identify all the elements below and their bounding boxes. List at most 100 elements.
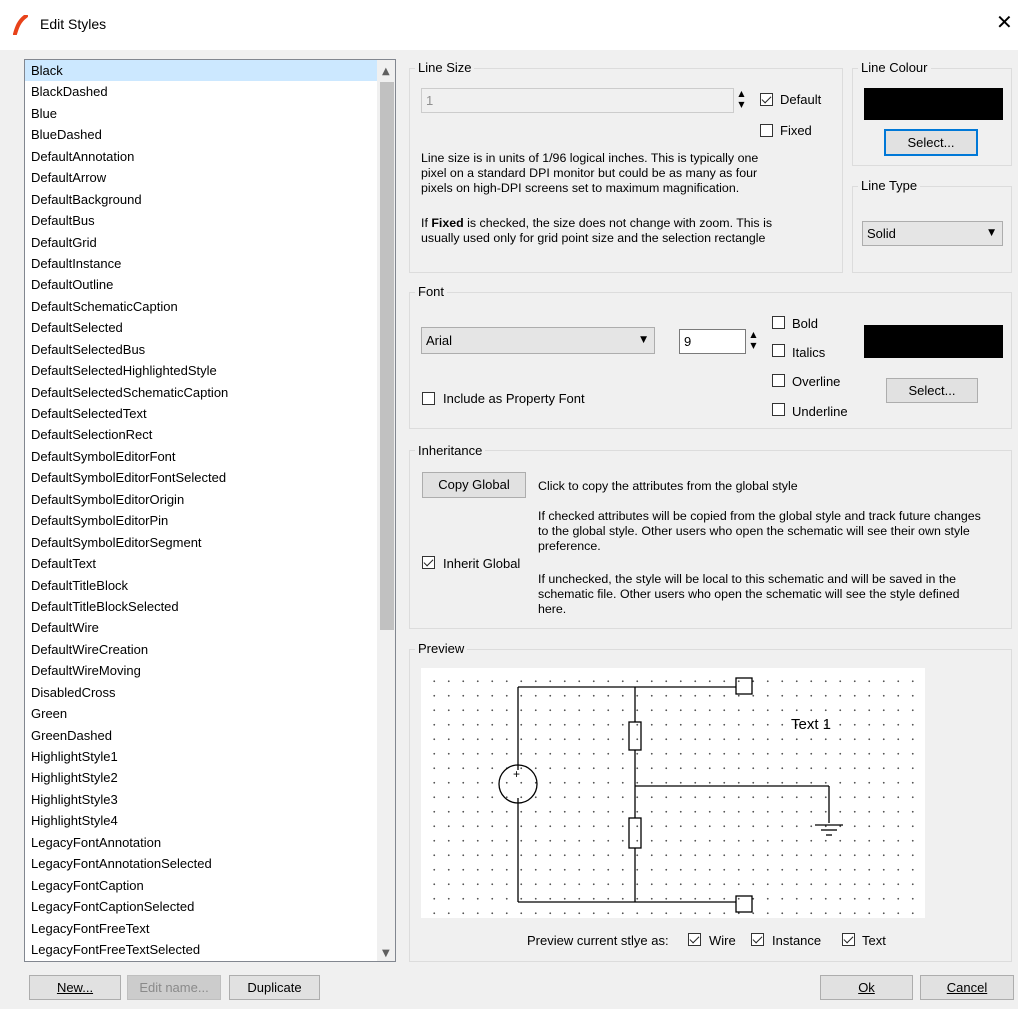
- list-item[interactable]: DefaultOutline: [25, 274, 379, 295]
- list-item[interactable]: HighlightStyle2: [25, 767, 379, 788]
- app-logo-icon: [13, 15, 28, 35]
- underline-label: Underline: [792, 404, 848, 419]
- list-item[interactable]: DefaultArrow: [25, 167, 379, 188]
- list-item[interactable]: DisabledCross: [25, 682, 379, 703]
- font-group: [409, 292, 1012, 429]
- font-family-select[interactable]: Arial ▼: [421, 327, 655, 354]
- list-item[interactable]: DefaultBackground: [25, 189, 379, 210]
- underline-checkbox[interactable]: [772, 403, 785, 416]
- list-item[interactable]: LegacyFontCaptionSelected: [25, 896, 379, 917]
- default-checkbox[interactable]: [760, 93, 773, 106]
- preview-wire-label: Wire: [709, 933, 736, 948]
- new-button[interactable]: New...: [29, 975, 121, 1000]
- list-item[interactable]: BlackDashed: [25, 81, 379, 102]
- line-colour-select-button[interactable]: Select...: [884, 129, 978, 156]
- list-item[interactable]: LegacyFontAnnotationSelected: [25, 853, 379, 874]
- scroll-down-icon[interactable]: ▼: [382, 948, 390, 959]
- bold-checkbox[interactable]: [772, 316, 785, 329]
- preview-label: Preview: [415, 641, 468, 656]
- copy-global-button[interactable]: Copy Global: [422, 472, 526, 498]
- fixed-checkbox[interactable]: [760, 124, 773, 137]
- spin-up-icon[interactable]: ▲: [735, 89, 748, 98]
- list-item[interactable]: LegacyFontFreeText: [25, 918, 379, 939]
- list-item[interactable]: DefaultSymbolEditorFont: [25, 446, 379, 467]
- close-icon[interactable]: ✕: [996, 12, 1013, 32]
- line-type-value: Solid: [867, 226, 896, 241]
- line-colour-swatch: [864, 88, 1003, 120]
- schematic-preview: + Text 1: [498, 677, 843, 913]
- list-item[interactable]: DefaultWireMoving: [25, 660, 379, 681]
- inherit-global-checkbox[interactable]: [422, 556, 435, 569]
- list-item[interactable]: HighlightStyle4: [25, 810, 379, 831]
- list-item[interactable]: HighlightStyle1: [25, 746, 379, 767]
- list-item[interactable]: DefaultSelectedHighlightedStyle: [25, 360, 379, 381]
- preview-canvas: + Text 1: [421, 668, 925, 918]
- new-button-label: New...: [56, 980, 94, 995]
- list-item[interactable]: DefaultAnnotation: [25, 146, 379, 167]
- preview-text-label: Text: [862, 933, 886, 948]
- list-item[interactable]: DefaultSelected: [25, 317, 379, 338]
- italics-checkbox[interactable]: [772, 344, 785, 357]
- line-colour-select-label: Select...: [907, 135, 955, 150]
- duplicate-button[interactable]: Duplicate: [229, 975, 320, 1000]
- scrollbar-thumb[interactable]: [380, 82, 394, 630]
- inherit-checked-desc: If checked attributes will be copied fro…: [538, 509, 981, 553]
- list-item[interactable]: DefaultSelectedSchematicCaption: [25, 382, 379, 403]
- styles-list[interactable]: Black BlackDashed Blue BlueDashed DefaultAnn…: [24, 59, 396, 962]
- include-property-font-checkbox[interactable]: [422, 392, 435, 405]
- fixed-label: Fixed: [780, 123, 812, 138]
- list-item[interactable]: DefaultTitleBlockSelected: [25, 596, 379, 617]
- ok-button[interactable]: Ok: [820, 975, 913, 1000]
- list-item[interactable]: DefaultWireCreation: [25, 639, 379, 660]
- list-item[interactable]: LegacyFontFreeTextSelected: [25, 939, 379, 960]
- font-colour-select-label: Select...: [908, 383, 956, 398]
- list-item[interactable]: GreenDashed: [25, 725, 379, 746]
- list-item[interactable]: DefaultBus: [25, 210, 379, 231]
- preview-instance-label: Instance: [772, 933, 822, 948]
- window-title: Edit Styles: [40, 16, 107, 32]
- inheritance-label: Inheritance: [415, 443, 486, 458]
- chevron-down-icon: ▼: [988, 228, 995, 238]
- list-item[interactable]: Blue: [25, 103, 379, 124]
- line-type-select[interactable]: Solid ▼: [862, 221, 1003, 246]
- preview-as-label: Preview current stlye as:: [527, 933, 669, 948]
- list-item[interactable]: DefaultSchematicCaption: [25, 296, 379, 317]
- preview-instance-checkbox[interactable]: [751, 933, 764, 946]
- spin-down-icon[interactable]: ▼: [735, 100, 748, 109]
- list-item[interactable]: HighlightStyle3: [25, 789, 379, 810]
- font-colour-select-button[interactable]: Select...: [886, 378, 978, 403]
- list-item[interactable]: DefaultTitleBlock: [25, 575, 379, 596]
- list-item[interactable]: DefaultGrid: [25, 232, 379, 253]
- list-item[interactable]: DefaultText: [25, 553, 379, 574]
- inherit-unchecked-desc: If unchecked, the style will be local to…: [538, 572, 960, 616]
- scroll-up-icon[interactable]: ▲: [382, 66, 390, 77]
- list-item[interactable]: BlueDashed: [25, 124, 379, 145]
- list-item[interactable]: DefaultSelectionRect: [25, 424, 379, 445]
- list-item[interactable]: Black: [25, 60, 379, 82]
- list-item[interactable]: DefaultSelectedText: [25, 403, 379, 424]
- spin-up-icon[interactable]: ▲: [747, 330, 760, 339]
- line-size-help: Line size is in units of 1/96 logical in…: [421, 151, 759, 195]
- list-item[interactable]: LegacyFontCaption: [25, 875, 379, 896]
- list-item[interactable]: DefaultWire: [25, 617, 379, 638]
- list-item[interactable]: DefaultSymbolEditorSegment: [25, 532, 379, 553]
- italics-label: Italics: [792, 345, 826, 360]
- port-box: [735, 677, 753, 695]
- line-size-input[interactable]: 1: [421, 88, 734, 113]
- list-item[interactable]: DefaultSelectedBus: [25, 339, 379, 360]
- list-item[interactable]: DefaultSymbolEditorPin: [25, 510, 379, 531]
- list-item[interactable]: LegacyFontAnnotation: [25, 832, 379, 853]
- list-item[interactable]: Green: [25, 703, 379, 724]
- cancel-button[interactable]: Cancel: [920, 975, 1014, 1000]
- list-item[interactable]: DefaultSymbolEditorOrigin: [25, 489, 379, 510]
- font-label: Font: [415, 284, 448, 299]
- chevron-down-icon: ▼: [640, 335, 647, 345]
- overline-checkbox[interactable]: [772, 374, 785, 387]
- spin-down-icon[interactable]: ▼: [747, 341, 760, 350]
- preview-wire-checkbox[interactable]: [688, 933, 701, 946]
- font-size-input[interactable]: 9: [679, 329, 746, 354]
- preview-text-checkbox[interactable]: [842, 933, 855, 946]
- list-item[interactable]: DefaultSymbolEditorFontSelected: [25, 467, 379, 488]
- list-item[interactable]: DefaultInstance: [25, 253, 379, 274]
- edit-name-button[interactable]: Edit name...: [127, 975, 221, 1000]
